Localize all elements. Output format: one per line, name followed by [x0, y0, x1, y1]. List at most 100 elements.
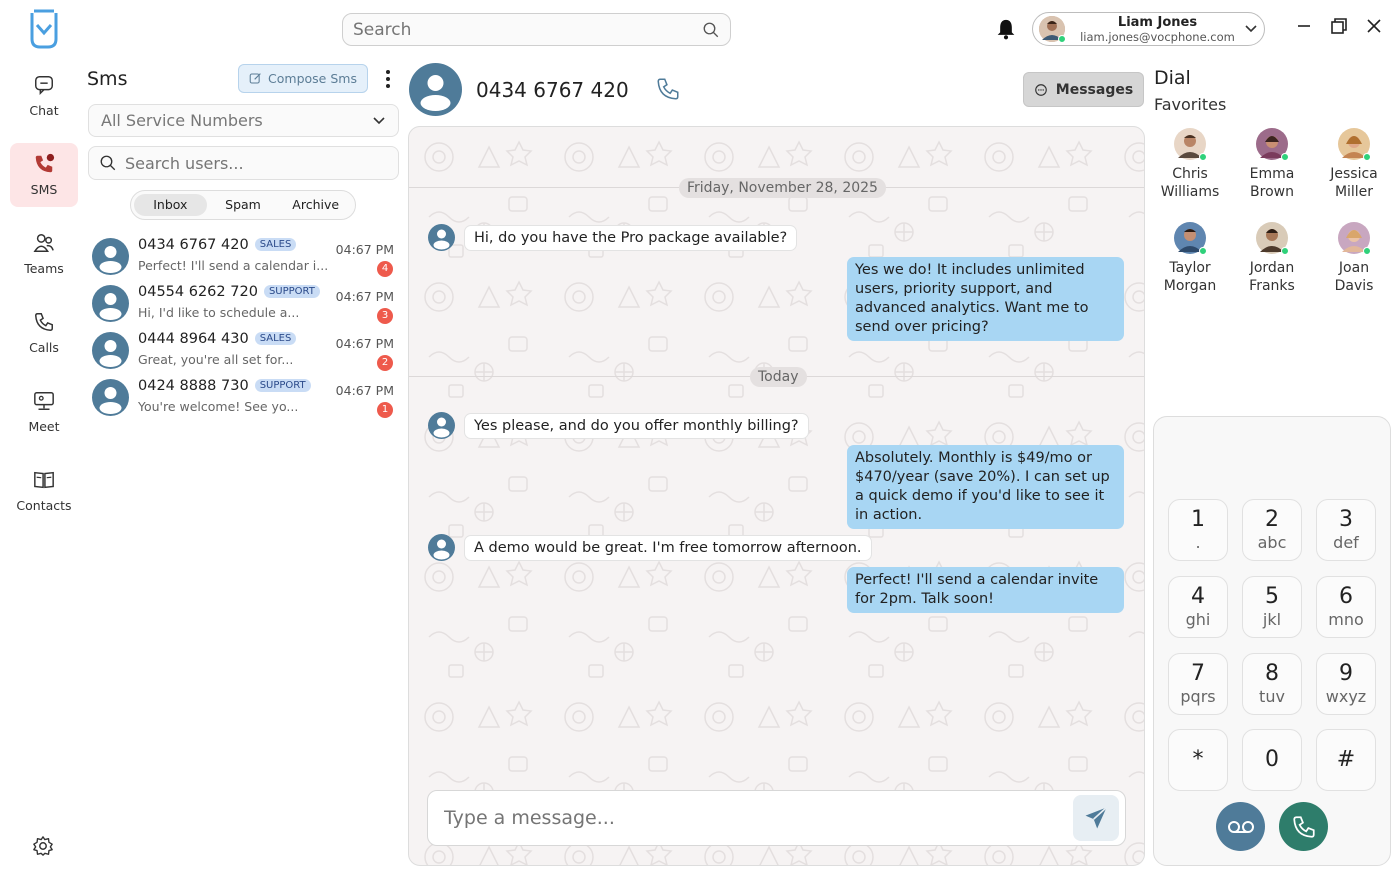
favorite-avatar	[1174, 128, 1207, 161]
phone-icon	[33, 311, 55, 333]
favorite-first-name: Jessica	[1330, 166, 1378, 182]
user-search-input[interactable]	[125, 153, 388, 173]
key-digit: 2	[1265, 507, 1279, 532]
profile-name: Liam Jones	[1117, 14, 1198, 30]
key-digit: *	[1192, 747, 1204, 772]
service-number-select[interactable]: All Service Numbers	[88, 104, 399, 137]
conversation-item[interactable]: 04554 6262 720 SUPPORT Hi, I'd like to sc…	[88, 283, 398, 329]
keypad-key-hash[interactable]: #	[1316, 729, 1376, 791]
profile-email: liam.jones@vocphone.com	[1080, 29, 1235, 44]
conversation-time: 04:67 PM	[335, 336, 394, 351]
message-bubble-outgoing: Yes we do! It includes unlimited users, …	[847, 257, 1124, 341]
rail-item-contacts[interactable]: Contacts	[10, 459, 78, 523]
message-bubble-icon	[1034, 83, 1048, 97]
online-status-dot	[1199, 247, 1207, 255]
tab-inbox[interactable]: Inbox	[134, 194, 207, 216]
phone-icon	[1291, 814, 1317, 840]
messages-button[interactable]: Messages	[1023, 72, 1144, 107]
compose-sms-button[interactable]: Compose Sms	[238, 64, 368, 93]
rail-item-calls[interactable]: Calls	[10, 301, 78, 365]
favorite-first-name: Joan	[1338, 260, 1370, 276]
online-status-dot	[1363, 153, 1371, 161]
keypad-key-8[interactable]: 8 tuv	[1242, 653, 1302, 715]
tab-spam[interactable]: Spam	[207, 194, 280, 216]
favorite-contact[interactable]: Taylor Morgan	[1150, 222, 1230, 295]
favorite-contact[interactable]: Joan Davis	[1314, 222, 1394, 295]
keypad-key-9[interactable]: 9 wxyz	[1316, 653, 1376, 715]
favorite-last-name: Morgan	[1163, 278, 1217, 294]
key-letters: wxyz	[1325, 687, 1367, 706]
unread-count-badge: 1	[377, 402, 393, 418]
search-icon[interactable]	[702, 21, 720, 39]
key-letters: abc	[1257, 533, 1287, 552]
favorite-contact[interactable]: Emma Brown	[1232, 128, 1312, 201]
minimize-icon[interactable]	[1292, 14, 1316, 38]
favorite-last-name: Franks	[1249, 278, 1295, 294]
voicemail-button[interactable]	[1216, 802, 1265, 851]
favorite-avatar	[1338, 222, 1371, 255]
conversation-preview: Great, you're all set for...	[138, 352, 294, 367]
date-pill: Friday, November 28, 2025	[679, 178, 886, 198]
unread-count-badge: 3	[377, 308, 393, 324]
keypad-key-4[interactable]: 4 ghi	[1168, 576, 1228, 638]
message-input[interactable]	[444, 807, 1073, 829]
conversation-time: 04:67 PM	[335, 383, 394, 398]
conversation-item[interactable]: 0434 6767 420 SALES Perfect! I'll send a …	[88, 236, 398, 282]
keypad-key-1[interactable]: 1.	[1168, 499, 1228, 561]
favorite-last-name: Davis	[1334, 278, 1374, 294]
profile-menu[interactable]: Liam Jones liam.jones@vocphone.com	[1032, 12, 1265, 46]
close-icon[interactable]	[1362, 14, 1386, 38]
keypad-key-5[interactable]: 5 jkl	[1242, 576, 1302, 638]
rail-label: Contacts	[16, 498, 72, 513]
conversation-number: 0424 8888 730	[138, 378, 249, 394]
favorite-avatar	[1338, 128, 1371, 161]
favorite-last-name: Miller	[1334, 184, 1374, 200]
incoming-avatar	[428, 534, 455, 561]
tab-archive[interactable]: Archive	[279, 194, 352, 216]
voicemail-icon	[1226, 819, 1256, 835]
restore-icon[interactable]	[1327, 14, 1351, 38]
favorite-contact[interactable]: Jessica Miller	[1314, 128, 1394, 201]
call-button[interactable]	[1279, 802, 1328, 851]
key-digit: #	[1336, 747, 1356, 772]
message-composer[interactable]	[427, 790, 1126, 846]
rail-label: Chat	[29, 103, 59, 118]
tag-badge: SALES	[254, 332, 297, 345]
tag-badge: SUPPORT	[254, 379, 311, 392]
rail-item-teams[interactable]: Teams	[10, 222, 78, 286]
rail-item-sms[interactable]: SMS	[10, 143, 78, 207]
sms-icon	[33, 153, 55, 175]
user-search[interactable]	[88, 146, 399, 180]
keypad-key-7[interactable]: 7 pqrs	[1168, 653, 1228, 715]
conversation-item[interactable]: 0444 8964 430 SALES Great, you're all set…	[88, 330, 398, 376]
call-contact-icon[interactable]	[655, 76, 681, 102]
online-status-dot	[1058, 35, 1066, 43]
more-options-icon[interactable]	[383, 69, 393, 89]
favorite-contact[interactable]: Chris Williams	[1150, 128, 1230, 201]
key-digit: 5	[1265, 584, 1279, 609]
incoming-avatar	[428, 224, 455, 251]
keypad-key-6[interactable]: 6 mno	[1316, 576, 1376, 638]
keypad-key-0[interactable]: 0	[1242, 729, 1302, 791]
rail-label: Calls	[29, 340, 59, 355]
contact-avatar	[92, 332, 129, 369]
conversation-item[interactable]: 0424 8888 730 SUPPORT You're welcome! See…	[88, 377, 398, 423]
keypad-key-3[interactable]: 3 def	[1316, 499, 1376, 561]
keypad-key-2[interactable]: 2 abc	[1242, 499, 1302, 561]
rail-item-meet[interactable]: Meet	[10, 380, 78, 444]
send-button[interactable]	[1073, 795, 1119, 841]
compose-label: Compose Sms	[268, 71, 357, 86]
sms-title: Sms	[87, 68, 128, 90]
chevron-down-icon[interactable]	[1244, 24, 1258, 34]
online-status-dot	[1281, 153, 1289, 161]
keypad-key-star[interactable]: *	[1168, 729, 1228, 791]
global-search[interactable]	[342, 13, 731, 46]
bell-icon[interactable]	[996, 18, 1016, 40]
global-search-input[interactable]	[353, 19, 702, 40]
search-icon	[99, 154, 117, 172]
rail-item-chat[interactable]: Chat	[10, 64, 78, 128]
message-bubble-outgoing: Absolutely. Monthly is $49/mo or $470/ye…	[847, 445, 1124, 529]
key-digit: 4	[1191, 584, 1205, 609]
favorite-contact[interactable]: Jordan Franks	[1232, 222, 1312, 295]
gear-icon[interactable]	[32, 835, 54, 857]
